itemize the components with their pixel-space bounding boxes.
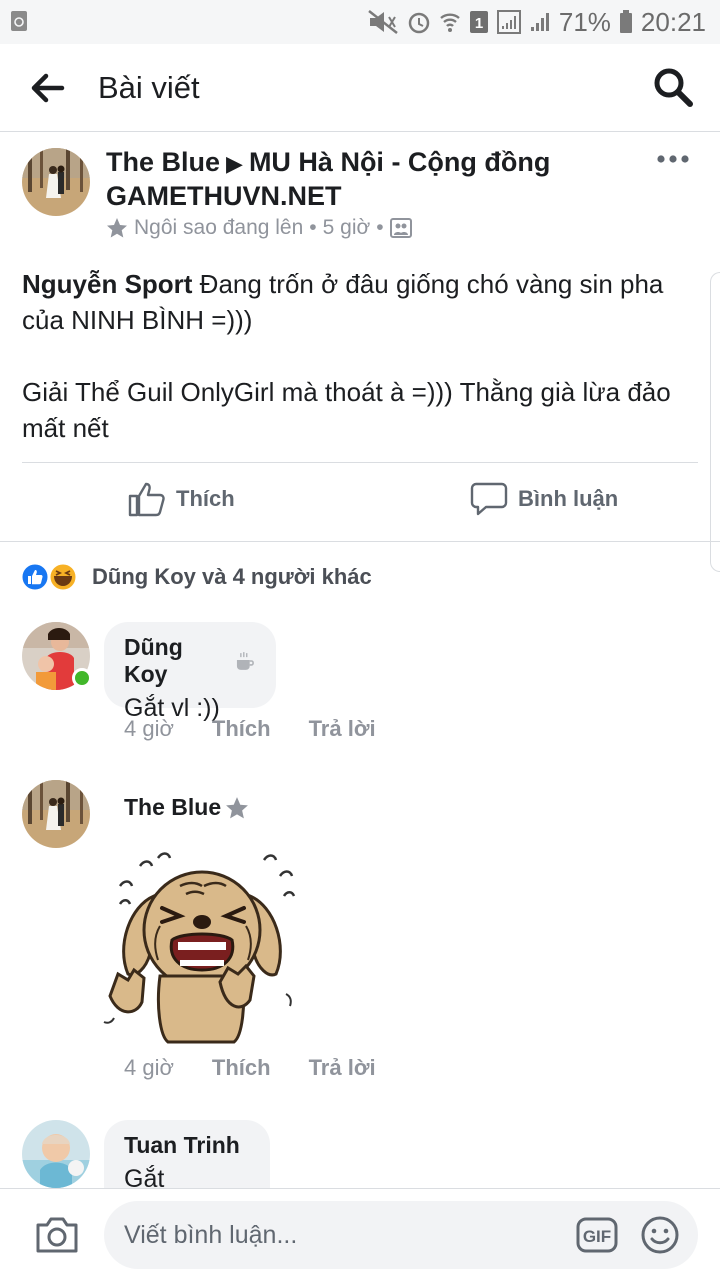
- post-actions: Thích Bình luận: [0, 463, 720, 541]
- like-button[interactable]: Thích: [128, 481, 235, 517]
- avatar[interactable]: [22, 148, 90, 216]
- share-arrow-icon: ▶: [226, 151, 243, 176]
- comment-bubble[interactable]: Dũng Koy Gắt vl :)): [104, 622, 276, 722]
- mention-link[interactable]: Nguyễn Sport: [22, 269, 192, 299]
- reaction-icons: [20, 562, 78, 592]
- gif-icon[interactable]: GIF: [576, 1217, 618, 1253]
- back-arrow-icon[interactable]: [26, 68, 72, 108]
- post-body: Nguyễn Sport Đang trốn ở đâu giống chó v…: [22, 266, 702, 446]
- signal2-icon: [530, 13, 549, 31]
- comment-reply-link[interactable]: Trả lời: [309, 1055, 376, 1081]
- post-author[interactable]: The Blue: [106, 147, 220, 177]
- crying-dog-sticker: [103, 852, 296, 1044]
- reactions-text[interactable]: Dũng Koy và 4 người khác: [92, 564, 372, 590]
- dot-separator: •: [376, 216, 384, 239]
- comment-actions: 4 giờ Thích Trả lời: [124, 1055, 376, 1081]
- comment-author-line: Tuan Trinh: [124, 1132, 250, 1159]
- comment-button[interactable]: Bình luận: [470, 481, 618, 517]
- comment-reply-link[interactable]: Trả lời: [309, 716, 376, 742]
- recycle-icon: [11, 11, 27, 31]
- thumbs-up-icon: [128, 482, 165, 517]
- group-privacy-icon: [389, 218, 412, 238]
- comment-composer: GIF: [0, 1188, 720, 1280]
- post: The Blue ▶ MU Hà Nội - Cộng đồng GAMETHUVN…: [0, 132, 720, 542]
- post-meta: Ngôi sao đang lên • 5 giờ •: [106, 216, 412, 240]
- comment-bubble-icon: [470, 482, 508, 516]
- status-icons: 1 71% 20:21: [367, 6, 706, 38]
- svg-text:1: 1: [475, 15, 483, 32]
- gif-label: GIF: [583, 1227, 611, 1246]
- avatar[interactable]: [22, 780, 90, 848]
- online-status-dot: [72, 668, 92, 688]
- signal-icon: [496, 10, 521, 34]
- mute-icon: [368, 10, 398, 34]
- comment-actions: 4 giờ Thích Trả lời: [124, 716, 376, 742]
- battery-percent: 71%: [558, 6, 611, 37]
- avatar[interactable]: [22, 1120, 90, 1188]
- comment-author[interactable]: Tuan Trinh: [124, 1132, 240, 1159]
- page-title: Bài viết: [98, 70, 200, 105]
- wifi-icon: [440, 13, 460, 32]
- rising-star-icon: [107, 218, 127, 238]
- sim1-icon: 1: [469, 11, 488, 33]
- comment-label: Bình luận: [518, 486, 619, 511]
- reactions-summary[interactable]: Dũng Koy và 4 người khác: [20, 562, 372, 592]
- post-paragraph-2: Giải Thể Guil OnlyGirl mà thoát à =))) T…: [22, 377, 671, 443]
- coffee-badge-icon: [237, 652, 255, 670]
- comment-author-line: Dũng Koy: [124, 634, 256, 688]
- app-header: Bài viết: [0, 44, 720, 132]
- rising-star-icon: [226, 796, 249, 818]
- dot-separator: •: [309, 216, 317, 239]
- more-options-icon[interactable]: [656, 154, 690, 164]
- comment-time[interactable]: 4 giờ: [124, 1055, 174, 1081]
- comment-like-link[interactable]: Thích: [212, 716, 271, 742]
- post-author-line[interactable]: The Blue ▶ MU Hà Nội - Cộng đồng GAMETHUVN…: [106, 146, 626, 213]
- comment-author-line: The Blue: [124, 794, 249, 821]
- search-icon[interactable]: [652, 66, 694, 108]
- member-badge: Ngôi sao đang lên: [134, 216, 304, 239]
- comment-author[interactable]: The Blue: [124, 794, 221, 821]
- post-time[interactable]: 5 giờ: [323, 216, 371, 240]
- battery-icon: [619, 10, 632, 33]
- comment-author[interactable]: Dũng Koy: [124, 634, 230, 688]
- like-reaction-icon: [20, 562, 50, 592]
- comment-like-link[interactable]: Thích: [212, 1055, 271, 1081]
- clock: 20:21: [640, 6, 706, 37]
- post-paragraph-1: Nguyễn Sport Đang trốn ở đâu giống chó v…: [22, 266, 702, 338]
- comment-time[interactable]: 4 giờ: [124, 716, 174, 742]
- emoji-icon[interactable]: [640, 1215, 680, 1255]
- alarm-icon: [408, 12, 430, 34]
- camera-icon[interactable]: [34, 1213, 80, 1257]
- like-label: Thích: [176, 486, 235, 511]
- haha-reaction-icon: [48, 562, 78, 592]
- status-bar: 1 71% 20:21: [0, 0, 720, 44]
